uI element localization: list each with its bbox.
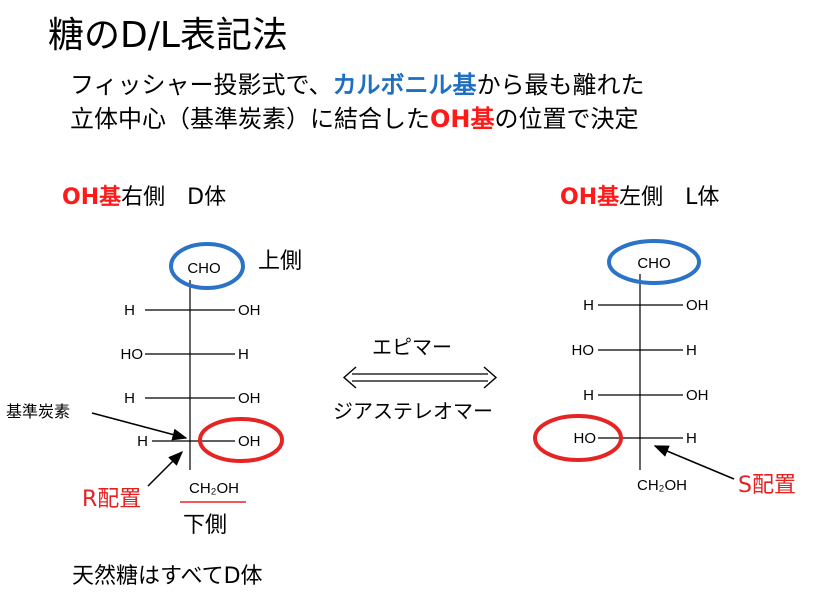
- l-bottom-group: CH₂OH: [637, 477, 687, 494]
- d-row-4-right: OH: [238, 433, 261, 450]
- d-row-2-right: H: [238, 346, 249, 363]
- d-row-3-left: H: [124, 390, 135, 407]
- l-row-1-left: H: [583, 297, 594, 314]
- l-row-4-left: HO: [574, 430, 597, 447]
- l-form-structure: CHO H OH HO H H OH HO H CH₂OH: [533, 239, 735, 494]
- l-row-4-right: H: [686, 430, 697, 447]
- l-row-2-left: HO: [572, 342, 595, 359]
- l-row-2-right: H: [686, 342, 697, 359]
- l-top-group: CHO: [637, 255, 670, 272]
- d-row-1-left: H: [124, 302, 135, 319]
- d-row-3-right: OH: [238, 390, 261, 407]
- d-top-group: CHO: [187, 260, 220, 277]
- l-row-3-left: H: [583, 387, 594, 404]
- fischer-projection-diagram: CHO H OH HO H H OH H OH CH₂OH CHO H OH H…: [91, 239, 735, 503]
- r-configuration-arrow: [147, 450, 184, 487]
- s-configuration-arrow: [653, 445, 735, 480]
- d-row-2-left: HO: [121, 346, 144, 363]
- double-arrow: [342, 366, 498, 389]
- d-row-1-right: OH: [238, 302, 261, 319]
- l-row-3-right: OH: [686, 387, 709, 404]
- d-bottom-group: CH₂OH: [189, 480, 239, 497]
- l-row-1-right: OH: [686, 297, 709, 314]
- d-row-4-left: H: [137, 433, 148, 450]
- d-form-structure: CHO H OH HO H H OH H OH CH₂OH: [91, 242, 284, 503]
